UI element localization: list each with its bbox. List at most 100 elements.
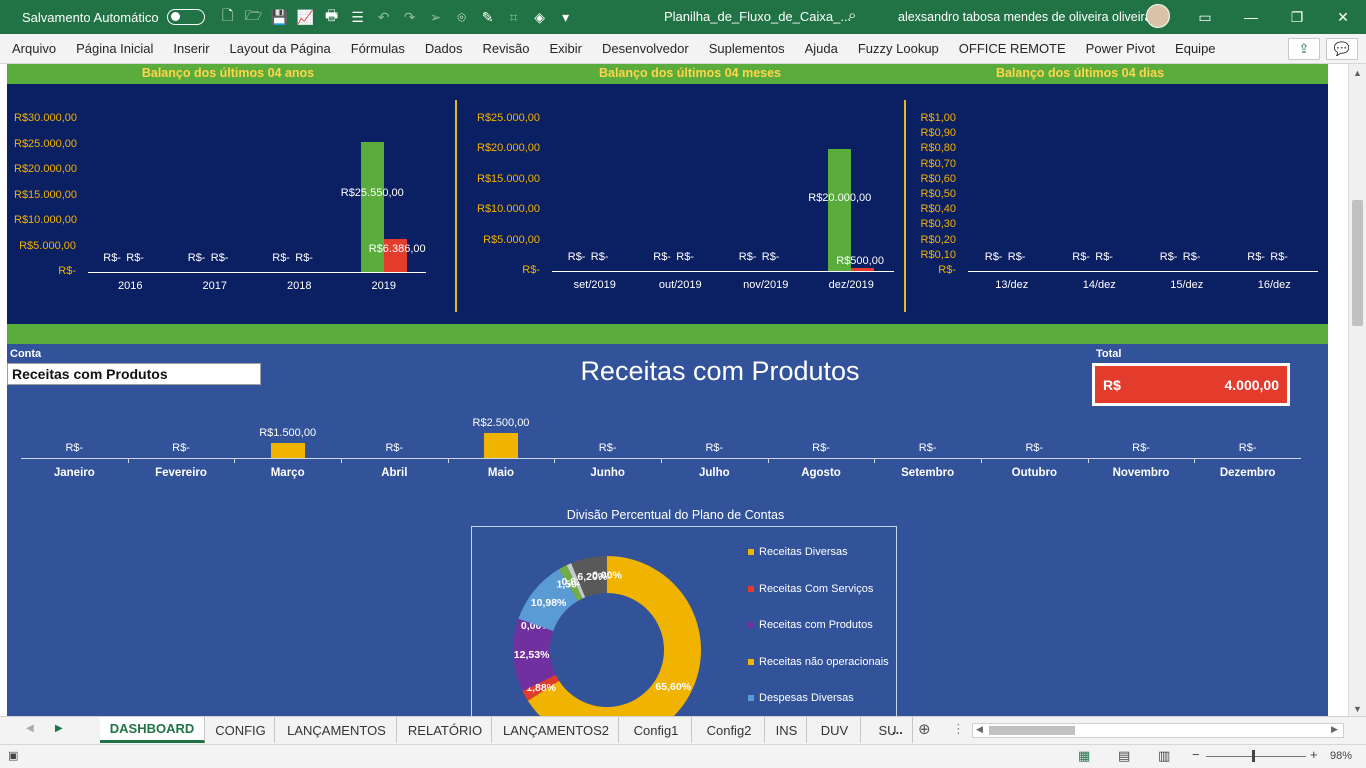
x-category-label: 14/dez	[1082, 279, 1116, 291]
ribbon-tab-fuzzy-lookup[interactable]: Fuzzy Lookup	[848, 34, 949, 64]
sheet-tab-ins[interactable]: INS	[767, 717, 807, 743]
minimize-icon[interactable]: —	[1228, 0, 1274, 34]
zoom-level[interactable]: 98%	[1330, 750, 1352, 762]
customize-quick-access-icon[interactable]: ▾	[553, 5, 579, 29]
x-category-label: 15/dez	[1170, 279, 1204, 291]
data-label: R$-	[738, 251, 757, 263]
ribbon-tab-layout-da-p-gina[interactable]: Layout da Página	[220, 34, 341, 64]
x-axis-line	[88, 272, 426, 273]
month-value-label: R$-	[598, 442, 617, 454]
total-currency: R$	[1103, 376, 1121, 393]
data-label: R$-	[984, 251, 1003, 263]
ribbon-tab-p-gina-inicial[interactable]: Página Inicial	[66, 34, 163, 64]
conta-input[interactable]: Receitas com Produtos	[7, 363, 261, 385]
sheet-tab-config[interactable]: CONFIG	[207, 717, 275, 743]
save-icon[interactable]: 💾	[267, 5, 293, 29]
ribbon-tab-suplementos[interactable]: Suplementos	[699, 34, 795, 64]
zoom-out-icon[interactable]: −	[1192, 747, 1200, 762]
comments-icon[interactable]: 💬	[1326, 37, 1358, 60]
scroll-left-icon[interactable]: ◀	[976, 724, 983, 735]
ribbon-tab-equipe[interactable]: Equipe	[1165, 34, 1225, 64]
ribbon-tab-arquivo[interactable]: Arquivo	[0, 34, 66, 64]
autosave[interactable]: Salvamento Automático	[22, 9, 205, 25]
x-category-label: set/2019	[573, 279, 616, 291]
form-icon[interactable]: ☰	[345, 5, 371, 29]
ribbon-tab-dados[interactable]: Dados	[415, 34, 473, 64]
month-label: Maio	[487, 467, 515, 479]
scroll-right-icon[interactable]: ▶	[1331, 724, 1338, 735]
undo-icon[interactable]: ↶	[371, 5, 397, 29]
redo-icon[interactable]: ↷	[397, 5, 423, 29]
worksheet[interactable]: Balanço dos últimos 04 anos Balanço dos …	[0, 64, 1348, 716]
zoom-in-icon[interactable]: +	[1310, 747, 1318, 762]
chart-dim-icon[interactable]: ⌗	[501, 5, 527, 29]
month-value-label: R$-	[172, 442, 190, 454]
edit-icon[interactable]: ✎	[475, 5, 501, 29]
month-label: Setembro	[901, 467, 955, 479]
chart-icon[interactable]: 📈	[293, 5, 319, 29]
next-sheet-icon[interactable]: ▶	[55, 723, 63, 734]
ribbon-tab-revis-o[interactable]: Revisão	[473, 34, 540, 64]
month-value-label: R$-	[1132, 442, 1150, 454]
y-tick-label: R$20.000,00	[14, 163, 77, 175]
add-sheet-icon[interactable]: ⊕	[918, 720, 931, 738]
new-file-icon[interactable]: 🗋	[215, 5, 241, 29]
ribbon-display-icon[interactable]: ▭	[1182, 0, 1228, 34]
restore-icon[interactable]: ❐	[1274, 0, 1320, 34]
prev-sheet-icon[interactable]: ◀	[26, 723, 34, 734]
sheet-tab-lan-amentos[interactable]: LANÇAMENTOS	[277, 717, 397, 743]
sheet-tab-dashboard[interactable]: DASHBOARD	[100, 717, 205, 743]
ribbon-tab-power-pivot[interactable]: Power Pivot	[1076, 34, 1165, 64]
data-label: R$-	[1007, 251, 1026, 263]
horizontal-scrollbar[interactable]: ◀ ▶	[972, 723, 1344, 738]
autosave-toggle[interactable]	[166, 9, 205, 25]
sheet-tab-lan-amentos2[interactable]: LANÇAMENTOS2	[494, 717, 619, 743]
search-icon[interactable]: ⌕	[848, 7, 856, 24]
bar-series-0	[828, 149, 852, 271]
share-icon[interactable]: ⇪	[1288, 37, 1320, 60]
legend-swatch	[748, 549, 754, 555]
sheet-tab-relat-rio[interactable]: RELATÓRIO	[399, 717, 492, 743]
status-bar: ▣ ▦ ▤ ▥ − + 98%	[0, 744, 1366, 768]
zoom-slider[interactable]	[1206, 756, 1306, 757]
close-icon[interactable]: ✕	[1320, 0, 1366, 34]
ribbon-tab-office-remote[interactable]: OFFICE REMOTE	[949, 34, 1076, 64]
data-label: R$-	[1182, 251, 1201, 263]
sheet-tab-su[interactable]: SU	[863, 717, 913, 743]
ribbon-tab-f-rmulas[interactable]: Fórmulas	[341, 34, 415, 64]
data-label: R$500,00	[836, 255, 884, 267]
ribbon-tab-exibir[interactable]: Exibir	[539, 34, 592, 64]
sheet-tab-config2[interactable]: Config2	[694, 717, 765, 743]
scroll-thumb[interactable]	[1352, 200, 1363, 326]
x-category-label: 2017	[202, 280, 227, 292]
fill-color-icon[interactable]: ◈	[527, 5, 553, 29]
month-label: Outubro	[1011, 467, 1057, 479]
monthly-x-tick	[234, 458, 236, 463]
page-layout-icon[interactable]: ▤	[1118, 748, 1130, 764]
sheet-tab-config1[interactable]: Config1	[621, 717, 692, 743]
normal-view-icon[interactable]: ▦	[1078, 748, 1090, 764]
data-label: R$-	[567, 251, 586, 263]
send-icon[interactable]: ➢	[423, 5, 449, 29]
legend-item: Receitas com Produtos	[748, 619, 873, 631]
sheet-tabs-bar: ◀ ▶ ⊕ ⋮ ◀ ▶ DASHBOARD CONFIG LANÇAMENTOS RE…	[0, 716, 1366, 744]
open-folder-icon[interactable]: 🗁	[241, 5, 267, 29]
macro-record-icon[interactable]: ▣	[8, 749, 18, 762]
more-sheets-icon[interactable]: ...	[892, 722, 903, 737]
zoom-slider-thumb[interactable]	[1252, 750, 1255, 762]
scroll-down-icon[interactable]: ▼	[1353, 704, 1362, 714]
ribbon-tab-ajuda[interactable]: Ajuda	[795, 34, 848, 64]
legend-swatch	[748, 622, 754, 628]
page-break-icon[interactable]: ▥	[1158, 748, 1170, 764]
sheet-tab-duv[interactable]: DUV	[809, 717, 861, 743]
x-axis-line	[968, 271, 1318, 272]
print-icon[interactable]: 🖶	[319, 5, 345, 29]
scroll-up-icon[interactable]: ▲	[1353, 68, 1362, 78]
ribbon-tab-desenvolvedor[interactable]: Desenvolvedor	[592, 34, 699, 64]
avatar[interactable]	[1146, 4, 1170, 28]
camera-icon[interactable]: ⌾	[449, 5, 475, 29]
vertical-scrollbar[interactable]: ▲ ▼	[1348, 64, 1366, 716]
ribbon-tab-inserir[interactable]: Inserir	[163, 34, 219, 64]
hscroll-thumb[interactable]	[989, 726, 1075, 735]
y-tick-label: R$0,90	[920, 127, 956, 140]
